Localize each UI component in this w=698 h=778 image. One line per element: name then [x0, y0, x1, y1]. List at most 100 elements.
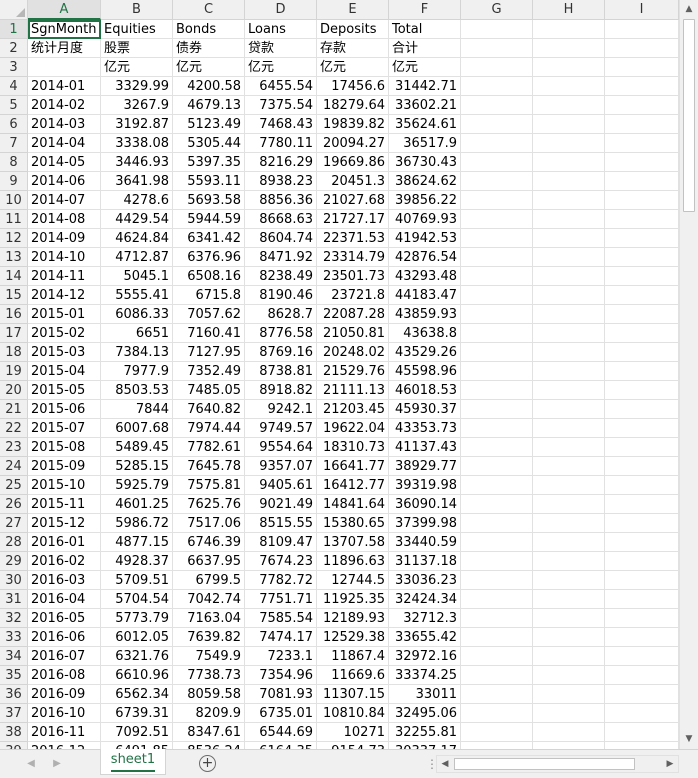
row-header-39[interactable]: 39 [0, 742, 28, 749]
spreadsheet-grid[interactable]: A B C D E F G H I 1 SgnMonth Equities Bonds Loans Depo… [0, 0, 679, 749]
cell-i37[interactable] [605, 704, 679, 723]
cell-c15[interactable]: 6715.8 [173, 286, 245, 305]
row-header-2[interactable]: 2 [0, 39, 28, 58]
row-header-35[interactable]: 35 [0, 666, 28, 685]
cell-g7[interactable] [461, 134, 533, 153]
cell-e33[interactable]: 12529.38 [317, 628, 389, 647]
cell-g6[interactable] [461, 115, 533, 134]
cell-i17[interactable] [605, 324, 679, 343]
cell-i35[interactable] [605, 666, 679, 685]
cell-c32[interactable]: 7163.04 [173, 609, 245, 628]
cell-d37[interactable]: 6735.01 [245, 704, 317, 723]
cell-a38[interactable]: 2016-11 [28, 723, 101, 742]
cell-i36[interactable] [605, 685, 679, 704]
column-header-h[interactable]: H [533, 0, 605, 20]
cell-e32[interactable]: 12189.93 [317, 609, 389, 628]
cell-b37[interactable]: 6739.31 [101, 704, 173, 723]
cell-a5[interactable]: 2014-02 [28, 96, 101, 115]
cell-h10[interactable] [533, 191, 605, 210]
cell-c6[interactable]: 5123.49 [173, 115, 245, 134]
scroll-down-arrow-icon[interactable]: ▼ [680, 731, 698, 748]
cell-a29[interactable]: 2016-02 [28, 552, 101, 571]
cell-c9[interactable]: 5593.11 [173, 172, 245, 191]
cell-c38[interactable]: 8347.61 [173, 723, 245, 742]
cell-g35[interactable] [461, 666, 533, 685]
cell-a2[interactable]: 统计月度 [28, 39, 101, 58]
cell-c25[interactable]: 7575.81 [173, 476, 245, 495]
row-header-9[interactable]: 9 [0, 172, 28, 191]
row-header-16[interactable]: 16 [0, 305, 28, 324]
cell-g32[interactable] [461, 609, 533, 628]
cell-g29[interactable] [461, 552, 533, 571]
cell-e27[interactable]: 15380.65 [317, 514, 389, 533]
cell-d2[interactable]: 贷款 [245, 39, 317, 58]
cell-b34[interactable]: 6321.76 [101, 647, 173, 666]
cell-e5[interactable]: 18279.64 [317, 96, 389, 115]
cell-h32[interactable] [533, 609, 605, 628]
cell-b16[interactable]: 6086.33 [101, 305, 173, 324]
cell-h18[interactable] [533, 343, 605, 362]
cell-d10[interactable]: 8856.36 [245, 191, 317, 210]
cell-b38[interactable]: 7092.51 [101, 723, 173, 742]
cell-d6[interactable]: 7468.43 [245, 115, 317, 134]
cell-f39[interactable]: 30337.17 [389, 742, 461, 749]
cell-e20[interactable]: 21111.13 [317, 381, 389, 400]
cell-h24[interactable] [533, 457, 605, 476]
cell-c33[interactable]: 7639.82 [173, 628, 245, 647]
cell-d12[interactable]: 8604.74 [245, 229, 317, 248]
cell-e4[interactable]: 17456.6 [317, 77, 389, 96]
cell-h33[interactable] [533, 628, 605, 647]
scroll-right-arrow-icon[interactable]: ▶ [662, 756, 678, 772]
cell-d19[interactable]: 8738.81 [245, 362, 317, 381]
previous-sheet-icon[interactable]: ◀ [24, 756, 38, 772]
cell-c18[interactable]: 7127.95 [173, 343, 245, 362]
cell-c17[interactable]: 7160.41 [173, 324, 245, 343]
cell-c27[interactable]: 7517.06 [173, 514, 245, 533]
cell-f2[interactable]: 合计 [389, 39, 461, 58]
cell-f28[interactable]: 33440.59 [389, 533, 461, 552]
cell-i22[interactable] [605, 419, 679, 438]
cell-f19[interactable]: 45598.96 [389, 362, 461, 381]
cell-f3[interactable]: 亿元 [389, 58, 461, 77]
cell-b9[interactable]: 3641.98 [101, 172, 173, 191]
cell-b4[interactable]: 3329.99 [101, 77, 173, 96]
cell-a22[interactable]: 2015-07 [28, 419, 101, 438]
cell-b23[interactable]: 5489.45 [101, 438, 173, 457]
cell-e22[interactable]: 19622.04 [317, 419, 389, 438]
cell-h14[interactable] [533, 267, 605, 286]
cell-i34[interactable] [605, 647, 679, 666]
cell-d33[interactable]: 7474.17 [245, 628, 317, 647]
cell-d7[interactable]: 7780.11 [245, 134, 317, 153]
cell-e34[interactable]: 11867.4 [317, 647, 389, 666]
row-header-36[interactable]: 36 [0, 685, 28, 704]
cell-e3[interactable]: 亿元 [317, 58, 389, 77]
cell-f23[interactable]: 41137.43 [389, 438, 461, 457]
cell-c12[interactable]: 6341.42 [173, 229, 245, 248]
cell-e13[interactable]: 23314.79 [317, 248, 389, 267]
cell-e29[interactable]: 11896.63 [317, 552, 389, 571]
cell-e37[interactable]: 10810.84 [317, 704, 389, 723]
cell-c20[interactable]: 7485.05 [173, 381, 245, 400]
cell-e11[interactable]: 21727.17 [317, 210, 389, 229]
cell-f29[interactable]: 31137.18 [389, 552, 461, 571]
cell-c35[interactable]: 7738.73 [173, 666, 245, 685]
cell-d4[interactable]: 6455.54 [245, 77, 317, 96]
next-sheet-icon[interactable]: ▶ [50, 756, 64, 772]
row-header-7[interactable]: 7 [0, 134, 28, 153]
cell-a12[interactable]: 2014-09 [28, 229, 101, 248]
cell-c5[interactable]: 4679.13 [173, 96, 245, 115]
cell-e10[interactable]: 21027.68 [317, 191, 389, 210]
cell-e26[interactable]: 14841.64 [317, 495, 389, 514]
cell-b39[interactable]: 6491.85 [101, 742, 173, 749]
cell-c16[interactable]: 7057.62 [173, 305, 245, 324]
row-header-18[interactable]: 18 [0, 343, 28, 362]
cell-a24[interactable]: 2015-09 [28, 457, 101, 476]
cell-c19[interactable]: 7352.49 [173, 362, 245, 381]
cell-i6[interactable] [605, 115, 679, 134]
cell-i8[interactable] [605, 153, 679, 172]
cell-b25[interactable]: 5925.79 [101, 476, 173, 495]
cell-e16[interactable]: 22087.28 [317, 305, 389, 324]
cell-h4[interactable] [533, 77, 605, 96]
cell-a11[interactable]: 2014-08 [28, 210, 101, 229]
column-header-f[interactable]: F [389, 0, 461, 20]
